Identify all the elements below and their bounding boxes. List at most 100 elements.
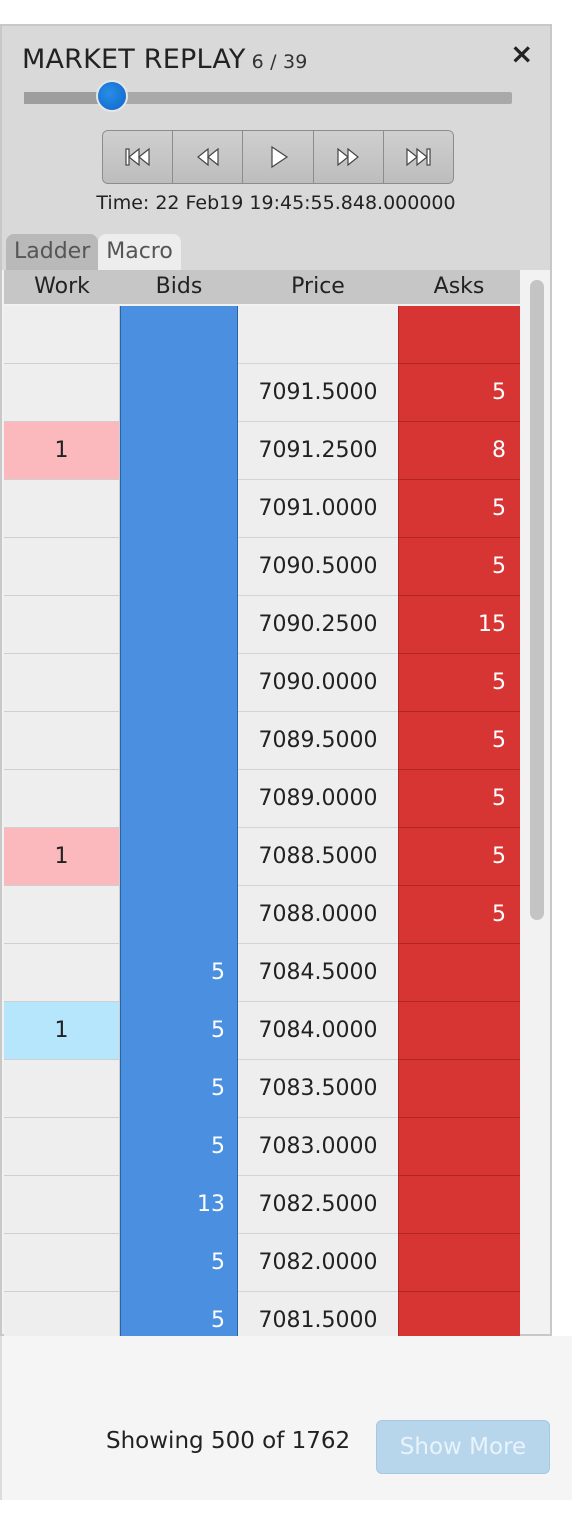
fast-forward-button[interactable] — [313, 131, 384, 183]
price-ladder: 7091.5000 5 1 7091.2500 8 7091.0000 5 7090.5000… — [4, 306, 520, 1336]
work-cell[interactable] — [4, 364, 120, 422]
work-cell[interactable] — [4, 1060, 120, 1118]
asks-cell[interactable] — [398, 1176, 520, 1234]
bids-cell[interactable] — [120, 712, 238, 770]
market-replay-panel: MARKET REPLAY 6 / 39 × Time: 22 Feb19 19… — [0, 24, 552, 1336]
bids-cell[interactable] — [120, 886, 238, 944]
asks-cell[interactable] — [398, 1060, 520, 1118]
work-cell[interactable] — [4, 1234, 120, 1292]
play-icon — [271, 145, 289, 169]
bids-cell[interactable]: 5 — [120, 1118, 238, 1176]
work-cell[interactable] — [4, 944, 120, 1002]
view-tabs: Ladder Macro — [6, 234, 181, 270]
asks-cell[interactable]: 5 — [398, 770, 520, 828]
fast-forward-icon — [337, 147, 360, 167]
work-cell[interactable]: 1 — [4, 828, 120, 886]
work-cell[interactable] — [4, 480, 120, 538]
work-cell[interactable] — [4, 654, 120, 712]
bids-cell[interactable] — [120, 770, 238, 828]
play-button[interactable] — [243, 131, 314, 183]
work-cell[interactable]: 1 — [4, 422, 120, 480]
price-cell: 7082.0000 — [238, 1234, 398, 1292]
bids-cell[interactable] — [120, 306, 238, 364]
ladder-row — [4, 306, 520, 364]
column-header-bids: Bids — [155, 274, 203, 299]
asks-cell[interactable]: 5 — [398, 886, 520, 944]
tab-ladder[interactable]: Ladder — [6, 234, 99, 270]
asks-cell[interactable]: 5 — [398, 712, 520, 770]
bids-cell[interactable] — [120, 828, 238, 886]
bids-cell[interactable] — [120, 480, 238, 538]
asks-cell[interactable]: 5 — [398, 364, 520, 422]
bids-cell[interactable]: 5 — [120, 1002, 238, 1060]
work-cell[interactable] — [4, 712, 120, 770]
work-cell[interactable] — [4, 1176, 120, 1234]
show-more-button[interactable]: Show More — [376, 1420, 550, 1474]
bids-cell[interactable]: 5 — [120, 944, 238, 1002]
price-cell: 7091.0000 — [238, 480, 398, 538]
bids-cell[interactable] — [120, 538, 238, 596]
asks-cell[interactable] — [398, 306, 520, 364]
skip-to-end-button[interactable] — [383, 131, 453, 183]
ladder-row: 7091.5000 5 — [4, 364, 520, 422]
skip-to-start-button[interactable] — [103, 131, 174, 183]
price-cell — [238, 306, 398, 364]
ladder-row: 7089.5000 5 — [4, 712, 520, 770]
asks-cell[interactable]: 5 — [398, 538, 520, 596]
asks-cell[interactable]: 8 — [398, 422, 520, 480]
price-cell: 7091.2500 — [238, 422, 398, 480]
price-cell: 7084.0000 — [238, 1002, 398, 1060]
bids-cell[interactable] — [120, 364, 238, 422]
title-text: MARKET REPLAY — [22, 44, 246, 75]
bids-cell[interactable] — [120, 422, 238, 480]
price-cell: 7089.0000 — [238, 770, 398, 828]
bids-cell[interactable] — [120, 654, 238, 712]
asks-cell[interactable] — [398, 1002, 520, 1060]
bids-cell[interactable]: 5 — [120, 1292, 238, 1336]
ladder-row: 5 7082.0000 — [4, 1234, 520, 1292]
ladder-column-headers: Work Bids Price Asks — [4, 270, 520, 304]
work-cell[interactable] — [4, 1118, 120, 1176]
price-cell: 7089.5000 — [238, 712, 398, 770]
work-cell[interactable] — [4, 596, 120, 654]
tab-macro[interactable]: Macro — [98, 234, 181, 270]
asks-cell[interactable]: 5 — [398, 480, 520, 538]
ladder-row: 1 7091.2500 8 — [4, 422, 520, 480]
work-cell[interactable] — [4, 886, 120, 944]
showing-count: Showing 500 of 1762 — [106, 1428, 351, 1454]
price-cell: 7081.5000 — [238, 1292, 398, 1336]
replay-time: Time: 22 Feb19 19:45:55.848.000000 — [96, 192, 456, 214]
close-icon[interactable]: × — [510, 40, 533, 68]
asks-cell[interactable] — [398, 1118, 520, 1176]
price-cell: 7090.2500 — [238, 596, 398, 654]
price-cell: 7083.0000 — [238, 1118, 398, 1176]
price-cell: 7082.5000 — [238, 1176, 398, 1234]
price-cell: 7088.5000 — [238, 828, 398, 886]
asks-cell[interactable] — [398, 1292, 520, 1336]
ladder-scrollbar[interactable] — [530, 280, 544, 920]
asks-cell[interactable]: 5 — [398, 828, 520, 886]
ladder-row: 7088.0000 5 — [4, 886, 520, 944]
work-cell[interactable] — [4, 306, 120, 364]
bids-cell[interactable]: 5 — [120, 1234, 238, 1292]
bids-cell[interactable]: 13 — [120, 1176, 238, 1234]
asks-cell[interactable]: 5 — [398, 654, 520, 712]
column-header-work: Work — [34, 274, 90, 299]
asks-cell[interactable] — [398, 1234, 520, 1292]
work-cell[interactable] — [4, 1292, 120, 1336]
panel-title: MARKET REPLAY 6 / 39 — [22, 44, 308, 75]
slider-thumb[interactable] — [95, 80, 128, 112]
price-cell: 7090.5000 — [238, 538, 398, 596]
work-cell[interactable]: 1 — [4, 1002, 120, 1060]
work-cell[interactable] — [4, 538, 120, 596]
replay-slider[interactable] — [24, 80, 512, 112]
ladder-row: 1 5 7084.0000 — [4, 1002, 520, 1060]
rewind-button[interactable] — [173, 131, 244, 183]
asks-cell[interactable] — [398, 944, 520, 1002]
ladder-row: 5 7081.5000 — [4, 1292, 520, 1336]
asks-cell[interactable]: 15 — [398, 596, 520, 654]
work-cell[interactable] — [4, 770, 120, 828]
bids-cell[interactable]: 5 — [120, 1060, 238, 1118]
bids-cell[interactable] — [120, 596, 238, 654]
skip-to-start-icon — [124, 147, 150, 167]
